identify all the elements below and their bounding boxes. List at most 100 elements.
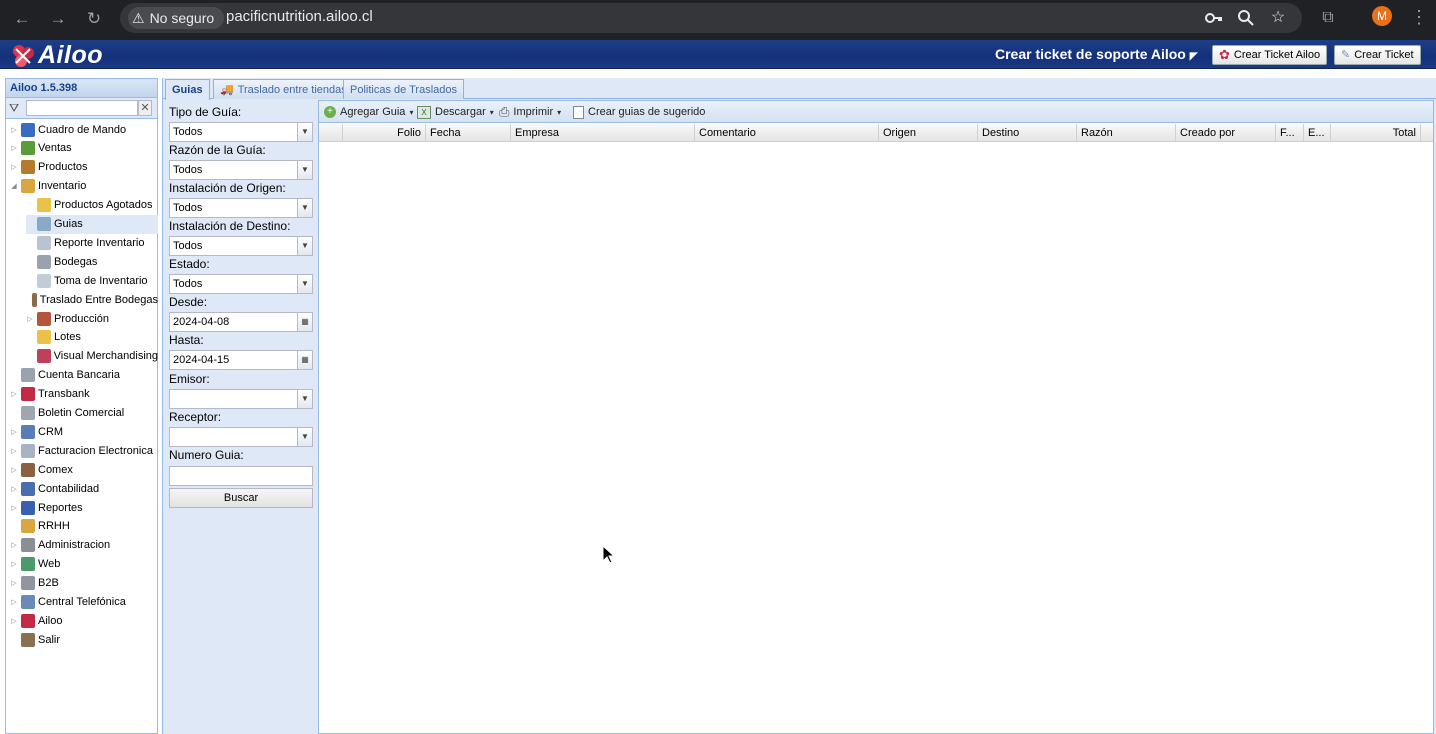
chevron-down-icon[interactable]: ▼ xyxy=(297,161,312,179)
sidebar-item-salir[interactable]: Salir xyxy=(10,630,158,649)
reload-icon[interactable]: ↻ xyxy=(82,7,106,31)
expand-icon[interactable]: ▷ xyxy=(10,390,18,398)
chevron-down-icon[interactable]: ▼ xyxy=(297,199,312,217)
sidebar-item-reportes[interactable]: ▷ Reportes xyxy=(10,498,158,517)
sidebar-item-bodegas[interactable]: Bodegas xyxy=(26,252,158,271)
column-creado-por[interactable]: Creado por xyxy=(1176,124,1276,142)
url-text[interactable]: pacificnutrition.ailoo.cl xyxy=(226,8,373,25)
chevron-down-icon[interactable]: ▼ xyxy=(297,390,312,408)
calendar-icon[interactable]: ▦ xyxy=(297,313,312,331)
numero-guia-input[interactable] xyxy=(169,466,313,486)
sidebar-item-b2b[interactable]: ▷ B2B xyxy=(10,574,158,593)
column-e[interactable]: E... xyxy=(1304,124,1331,142)
expand-icon[interactable]: ▷ xyxy=(10,598,18,606)
sidebar-item-cuadro-de-mando[interactable]: ▷ Cuadro de Mando xyxy=(10,120,158,139)
expand-icon[interactable]: ▷ xyxy=(10,163,18,171)
desde-date-field[interactable]: 2024-04-08 ▦ xyxy=(169,312,313,332)
column-razon[interactable]: Razón xyxy=(1077,124,1176,142)
sidebar-item-rrhh[interactable]: RRHH xyxy=(10,517,158,536)
sidebar-item-productos[interactable]: ▷ Productos xyxy=(10,158,158,177)
clear-filter-icon[interactable]: ✕ xyxy=(138,100,152,116)
sidebar-item-crm[interactable]: ▷ CRM xyxy=(10,422,158,441)
sidebar-item-cuenta-bancaria[interactable]: Cuenta Bancaria xyxy=(10,366,158,385)
chevron-down-icon[interactable]: ▼ xyxy=(297,428,312,446)
agregar-guia-button[interactable]: + Agregar Guia ▾ xyxy=(324,104,413,120)
sidebar-item-inventario[interactable]: ◢ Inventario xyxy=(10,177,158,196)
chevron-down-icon[interactable]: ▼ xyxy=(297,275,312,293)
expand-icon[interactable]: ▷ xyxy=(10,447,18,455)
estado-select[interactable]: Todos ▼ xyxy=(169,274,313,294)
imprimir-button[interactable]: ⎙ Imprimir ▾ xyxy=(499,104,561,120)
zoom-icon[interactable] xyxy=(1236,8,1256,28)
column-destino[interactable]: Destino xyxy=(978,124,1077,142)
column-origen[interactable]: Origen xyxy=(879,124,978,142)
sidebar-item-ventas[interactable]: ▷ Ventas xyxy=(10,139,158,158)
sidebar-item-web[interactable]: ▷ Web xyxy=(10,555,158,574)
sidebar-item-productos-agotados[interactable]: Productos Agotados xyxy=(26,196,158,215)
forward-icon[interactable]: → xyxy=(46,7,70,31)
filter-icon[interactable]: ⛛ xyxy=(9,101,19,116)
destino-select[interactable]: Todos ▼ xyxy=(169,236,313,256)
expand-icon[interactable]: ▷ xyxy=(10,617,18,625)
origen-select[interactable]: Todos ▼ xyxy=(169,198,313,218)
chevron-down-icon[interactable]: ▼ xyxy=(297,123,312,141)
sidebar-item-producción[interactable]: ▷ Producción xyxy=(26,309,158,328)
expand-icon[interactable]: ▷ xyxy=(10,541,18,549)
back-icon[interactable]: ← xyxy=(10,7,34,31)
destino-value: Todos xyxy=(173,240,203,252)
sidebar-item-comex[interactable]: ▷ Comex xyxy=(10,460,158,479)
expand-icon[interactable]: ▷ xyxy=(10,144,18,152)
calendar-icon[interactable]: ▦ xyxy=(297,351,312,369)
sidebar-item-administracion[interactable]: ▷ Administracion xyxy=(10,536,158,555)
expand-icon[interactable]: ▷ xyxy=(10,126,18,134)
column-comentario[interactable]: Comentario xyxy=(695,124,879,142)
sidebar-item-traslado-entre-bodegas[interactable]: Traslado Entre Bodegas xyxy=(26,290,158,309)
sidebar-item-boletin-comercial[interactable]: Boletin Comercial xyxy=(10,404,158,423)
tab-guias[interactable]: Guias xyxy=(165,79,210,100)
crear-ticket-button[interactable]: ✎ Crear Ticket xyxy=(1334,45,1421,65)
sidebar-item-contabilidad[interactable]: ▷ Contabilidad xyxy=(10,479,158,498)
sidebar-item-facturacion-electronica[interactable]: ▷ Facturacion Electronica xyxy=(10,441,158,460)
column-folio[interactable]: Folio xyxy=(343,124,426,142)
emisor-select[interactable]: ▼ xyxy=(169,389,313,409)
chevron-down-icon[interactable]: ▼ xyxy=(297,237,312,255)
star-icon[interactable]: ☆ xyxy=(1268,8,1288,28)
sidebar-item-reporte-inventario[interactable]: Reporte Inventario xyxy=(26,233,158,252)
tab-politicas-de-traslados[interactable]: Politicas de Traslados xyxy=(343,79,464,99)
crear-ticket-ailoo-button[interactable]: ✿ Crear Ticket Ailoo xyxy=(1212,45,1328,65)
column-f[interactable]: F... xyxy=(1276,124,1304,142)
column-empresa[interactable]: Empresa xyxy=(511,124,695,142)
sidebar-item-transbank[interactable]: ▷ Transbank xyxy=(10,385,158,404)
extensions-icon[interactable]: ⧉ xyxy=(1318,8,1338,28)
security-chip[interactable]: ⚠ No seguro xyxy=(128,7,225,29)
expand-icon[interactable]: ▷ xyxy=(26,315,34,323)
expand-icon[interactable]: ▷ xyxy=(10,466,18,474)
expand-icon[interactable]: ▷ xyxy=(10,428,18,436)
expand-icon[interactable]: ▷ xyxy=(10,579,18,587)
descargar-button[interactable]: X Descargar ▾ xyxy=(417,104,494,120)
expand-icon[interactable]: ▷ xyxy=(10,485,18,493)
sidebar-item-central-telefónica[interactable]: ▷ Central Telefónica xyxy=(10,593,158,612)
sidebar-item-guias[interactable]: Guias xyxy=(26,214,158,234)
column-fecha[interactable]: Fecha xyxy=(426,124,511,142)
column-total[interactable]: Total xyxy=(1331,124,1421,142)
avatar[interactable]: M xyxy=(1372,6,1392,26)
support-title[interactable]: Crear ticket de soporte Ailoo ◤ xyxy=(995,46,1197,62)
expand-icon[interactable]: ▷ xyxy=(10,560,18,568)
receptor-select[interactable]: ▼ xyxy=(169,427,313,447)
sidebar-item-ailoo[interactable]: ▷ Ailoo xyxy=(10,611,158,630)
tab-traslado-entre-tiendas[interactable]: 🚚 Traslado entre tiendas xyxy=(213,79,354,99)
sidebar-item-visual-merchandising[interactable]: Visual Merchandising xyxy=(26,347,158,366)
buscar-button[interactable]: Buscar xyxy=(169,488,313,508)
collapse-icon[interactable]: ◢ xyxy=(10,182,18,190)
razon-select[interactable]: Todos ▼ xyxy=(169,160,313,180)
crear-guias-sugerido-button[interactable]: Crear guias de sugerido xyxy=(573,104,705,120)
expand-icon[interactable]: ▷ xyxy=(10,504,18,512)
sidebar-item-lotes[interactable]: Lotes xyxy=(26,328,158,347)
sidebar-item-toma-de-inventario[interactable]: Toma de Inventario xyxy=(26,271,158,290)
tree-filter-input[interactable] xyxy=(26,100,138,116)
tipo-select[interactable]: Todos ▼ xyxy=(169,122,313,142)
menu-icon[interactable]: ⋮ xyxy=(1410,6,1428,28)
hasta-date-field[interactable]: 2024-04-15 ▦ xyxy=(169,350,313,370)
key-icon[interactable] xyxy=(1204,8,1224,28)
